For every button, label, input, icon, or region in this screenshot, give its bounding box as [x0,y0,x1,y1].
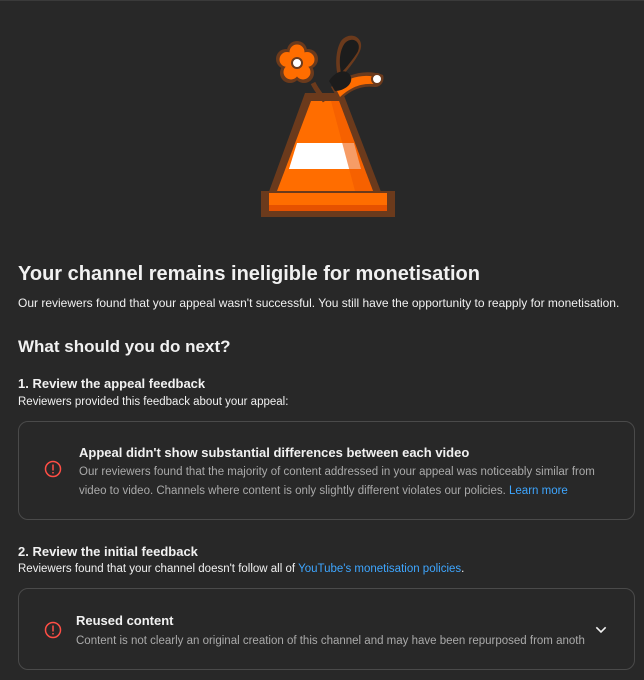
reused-content-card[interactable]: Reused content Content is not clearly an… [18,588,635,670]
step2-heading: 2. Review the initial feedback [18,544,198,559]
appeal-feedback-body: Our reviewers found that the majority of… [79,463,624,501]
appeal-feedback-card: Appeal didn't show substantial differenc… [18,421,635,520]
step1-heading: 1. Review the appeal feedback [18,376,206,391]
reused-content-body: Content is not clearly an original creat… [76,635,585,647]
appeal-feedback-title: Appeal didn't show substantial differenc… [79,445,470,460]
appeal-feedback-body-line1: Our reviewers found that the majority of… [79,466,595,478]
learn-more-link[interactable]: Learn more [509,485,568,497]
alert-circle-icon [44,621,62,639]
next-steps-heading: What should you do next? [18,337,231,356]
appeal-feedback-body-line2: video to video. Channels where content i… [79,485,506,497]
monetisation-policies-link[interactable]: YouTube's monetisation policies [298,563,461,575]
step2-description: Reviewers found that your channel doesn'… [18,563,464,575]
page-title: Your channel remains ineligible for mone… [18,263,480,285]
reused-content-title: Reused content [76,613,174,628]
traffic-cone-with-flower-illustration [261,35,395,217]
page-subtitle: Our reviewers found that your appeal was… [18,296,620,310]
monetisation-status-page: Your channel remains ineligible for mone… [0,0,644,680]
step2-description-prefix: Reviewers found that your channel doesn'… [18,563,299,575]
chevron-down-icon[interactable] [593,622,609,638]
step2-description-suffix: . [461,563,465,575]
step1-description: Reviewers provided this feedback about y… [18,396,289,408]
alert-circle-icon [44,460,62,478]
